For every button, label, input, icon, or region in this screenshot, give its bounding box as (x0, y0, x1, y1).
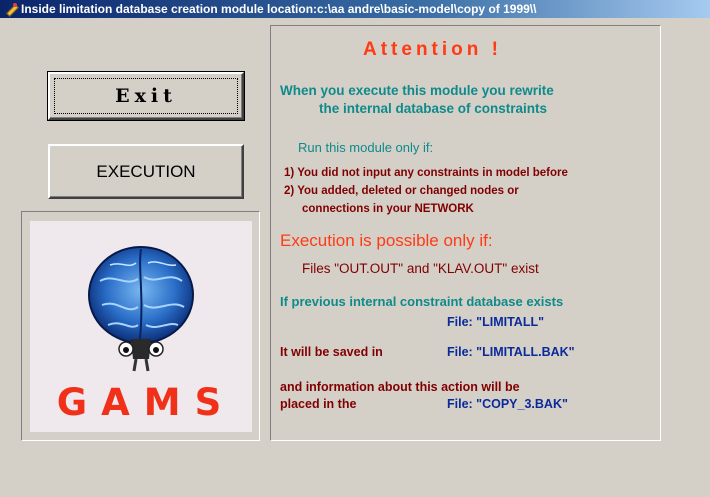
condition-2: 2) You added, deleted or changed nodes o… (284, 185, 519, 197)
warning-line-2: the internal database of constraints (319, 101, 548, 116)
condition-1: 1) You did not input any constraints in … (284, 167, 568, 179)
window-title: Inside limitation database creation modu… (21, 2, 537, 16)
file-limitall: File: "LIMITALL" (447, 315, 545, 329)
pen-icon (4, 2, 18, 16)
execution-button-label: EXECUTION (96, 161, 196, 181)
file-limitall-bak: File: "LIMITALL.BAK" (447, 345, 575, 359)
gams-logo-text: GAMS (56, 381, 236, 424)
action-info-line-1: and information about this action will b… (280, 380, 520, 394)
warning-line-1: When you execute this module you rewrite (280, 83, 554, 98)
gams-logo: GAMS (30, 221, 252, 432)
focus-rectangle (54, 78, 238, 114)
attention-heading: Attention ! (363, 39, 502, 60)
execution-button[interactable]: EXECUTION (48, 144, 244, 199)
run-only-if: Run this module only if: (298, 140, 434, 155)
info-panel: Attention ! When you execute this module… (270, 25, 661, 441)
previous-database-note: If previous internal constraint database… (280, 294, 564, 309)
logo-panel: GAMS (21, 211, 260, 441)
required-files: Files "OUT.OUT" and "KLAV.OUT" exist (302, 261, 539, 276)
saved-in-label: It will be saved in (280, 345, 383, 359)
execution-possible-heading: Execution is possible only if: (280, 231, 493, 250)
file-copy-bak: File: "COPY_3.BAK" (447, 397, 568, 411)
title-bar[interactable]: Inside limitation database creation modu… (0, 0, 710, 18)
exit-button[interactable]: Exit (47, 71, 245, 121)
condition-2-continued: connections in your NETWORK (302, 203, 474, 215)
action-info-line-2: placed in the (280, 397, 357, 411)
